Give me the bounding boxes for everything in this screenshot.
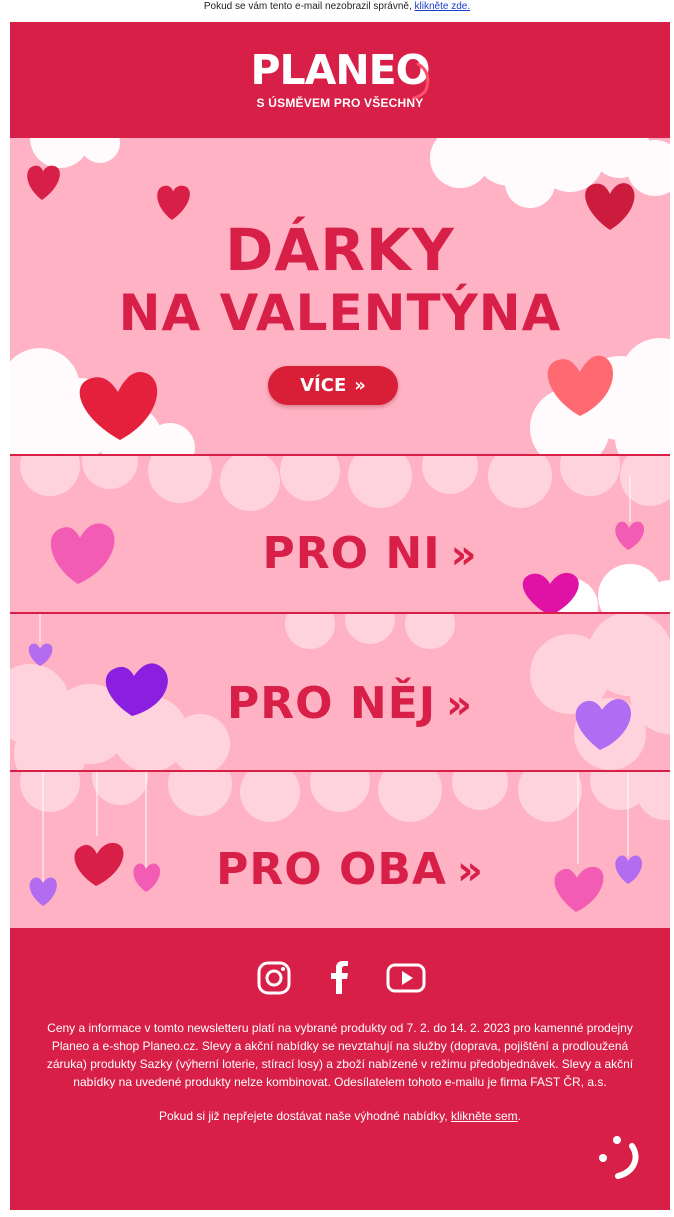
double-chevron-icon: » [446, 682, 473, 728]
logo[interactable]: PLANEO [10, 46, 670, 94]
banner-label-for-both: PRO OBA» [216, 844, 484, 895]
heart-icon [157, 185, 190, 220]
logo-tagline: S ÚSMĚVEM PRO VŠECHNY [256, 96, 424, 110]
banner-label-for-her: PRO NI» [262, 528, 478, 579]
footer: Ceny a informace v tomto newsletteru pla… [10, 928, 670, 1210]
more-button-label: VÍCE [300, 375, 347, 396]
instagram-icon[interactable] [254, 958, 294, 998]
banner-for-him[interactable]: PRO NĚJ» [10, 612, 670, 770]
double-chevron-icon: » [354, 375, 366, 396]
double-chevron-icon: » [450, 532, 478, 578]
hero-banner[interactable]: DÁRKY NA VALENTÝNA VÍCE » [10, 138, 670, 454]
preheader: Pokud se vám tento e-mail nezobrazil spr… [0, 0, 674, 22]
logo-swoosh-icon [412, 62, 430, 100]
preheader-text: Pokud se vám tento e-mail nezobrazil spr… [203, 1, 412, 12]
double-chevron-icon: » [457, 848, 484, 894]
social-links [10, 958, 670, 998]
unsubscribe: Pokud si již nepřejete dostávat naše výh… [158, 1109, 522, 1123]
more-button[interactable]: VÍCE » [268, 366, 398, 405]
email-body: PLANEO S ÚSMĚVEM PRO VŠECHNY DÁRKY NA VA… [10, 22, 670, 1210]
facebook-icon[interactable] [320, 958, 360, 998]
unsubscribe-text: Pokud si již nepřejete dostávat naše výh… [158, 1109, 448, 1123]
hero-title-line1: DÁRKY [225, 216, 455, 284]
heart-icon [28, 643, 53, 666]
banner-for-both[interactable]: PRO OBA» [10, 770, 670, 928]
banner-for-her[interactable]: PRO NI» [10, 454, 670, 612]
banner-label-for-him: PRO NĚJ» [227, 678, 473, 729]
youtube-icon[interactable] [386, 958, 426, 998]
smile-logo-icon [599, 1136, 639, 1179]
heart-icon [27, 165, 60, 200]
header: PLANEO S ÚSMĚVEM PRO VŠECHNY [10, 22, 670, 138]
legal-text: Ceny a informace v tomto newsletteru pla… [46, 1021, 634, 1089]
preheader-link[interactable]: klikněte zde. [415, 1, 471, 12]
unsubscribe-link[interactable]: klikněte sem [451, 1109, 518, 1123]
hero-title-line2: NA VALENTÝNA [118, 284, 562, 342]
